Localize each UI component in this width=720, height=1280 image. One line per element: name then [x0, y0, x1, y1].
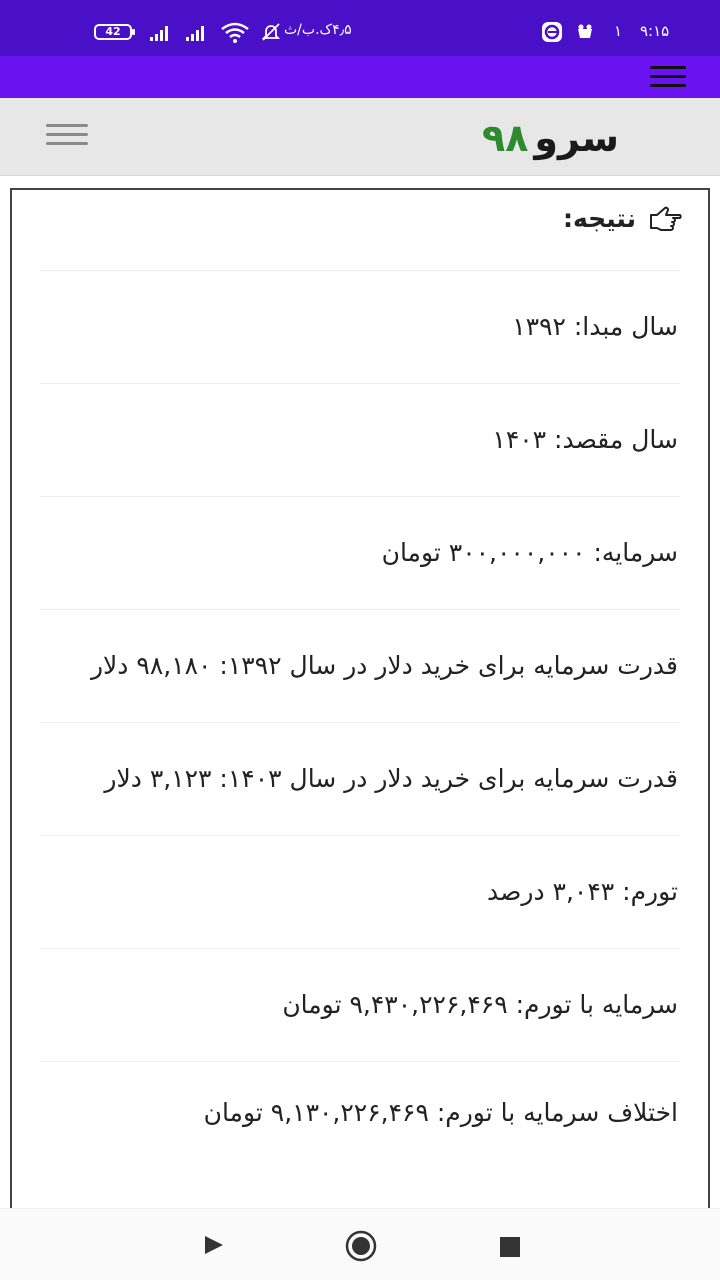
logo-number: ۹۸ — [482, 116, 529, 160]
status-time: ۹:۱۵ — [640, 22, 670, 40]
battery-indicator: 42 — [94, 24, 135, 40]
hamburger-icon[interactable] — [46, 124, 88, 148]
back-triangle-icon[interactable] — [202, 1233, 226, 1257]
list-item: اختلاف سرمایه با تورم: ۹,۱۳۰,۲۲۶,۴۶۹ توم… — [40, 1061, 680, 1169]
signal-icon — [186, 26, 204, 41]
list-item: قدرت سرمایه برای خرید دلار در سال ۱۳۹۲: … — [40, 609, 680, 722]
app-top-bar — [0, 56, 720, 98]
recent-square-icon[interactable] — [500, 1237, 520, 1257]
result-header: نتیجه: — [563, 204, 682, 233]
list-item: سال مقصد: ۱۴۰۳ — [40, 383, 680, 496]
result-list: سال مبدا: ۱۳۹۲ سال مقصد: ۱۴۰۳ سرمایه: ۳۰… — [40, 270, 680, 1169]
list-item: سال مبدا: ۱۳۹۲ — [40, 270, 680, 383]
list-item: تورم: ۳,۰۴۳ درصد — [40, 835, 680, 948]
result-title: نتیجه: — [563, 204, 636, 233]
status-bar: ۹:۱۵ ۱ 42 ۴٫۵ک.ب/ث — [0, 0, 720, 56]
list-item: سرمایه با تورم: ۹,۴۳۰,۲۲۶,۴۶۹ تومان — [40, 948, 680, 1061]
result-panel: نتیجه: سال مبدا: ۱۳۹۲ سال مقصد: ۱۴۰۳ سرم… — [10, 188, 710, 1228]
muted-bell-icon — [261, 23, 281, 41]
home-circle-icon[interactable] — [344, 1229, 378, 1263]
list-item: قدرت سرمایه برای خرید دلار در سال ۱۴۰۳: … — [40, 722, 680, 835]
site-logo[interactable]: سرو۹۸ — [482, 116, 619, 160]
hamburger-icon[interactable] — [650, 66, 686, 90]
wifi-icon — [221, 22, 249, 43]
browser-app-icon — [542, 22, 562, 42]
notification-count: ۱ — [614, 22, 623, 40]
system-nav-bar — [0, 1208, 720, 1280]
network-speed: ۴٫۵ک.ب/ث — [284, 22, 352, 38]
logo-text: سرو — [534, 116, 620, 160]
list-item: سرمایه: ۳۰۰,۰۰۰,۰۰۰ تومان — [40, 496, 680, 609]
hand-pointing-icon — [650, 206, 682, 231]
app-notification-icon — [578, 24, 592, 38]
site-header: سرو۹۸ — [0, 98, 720, 176]
signal-icon — [150, 26, 168, 41]
